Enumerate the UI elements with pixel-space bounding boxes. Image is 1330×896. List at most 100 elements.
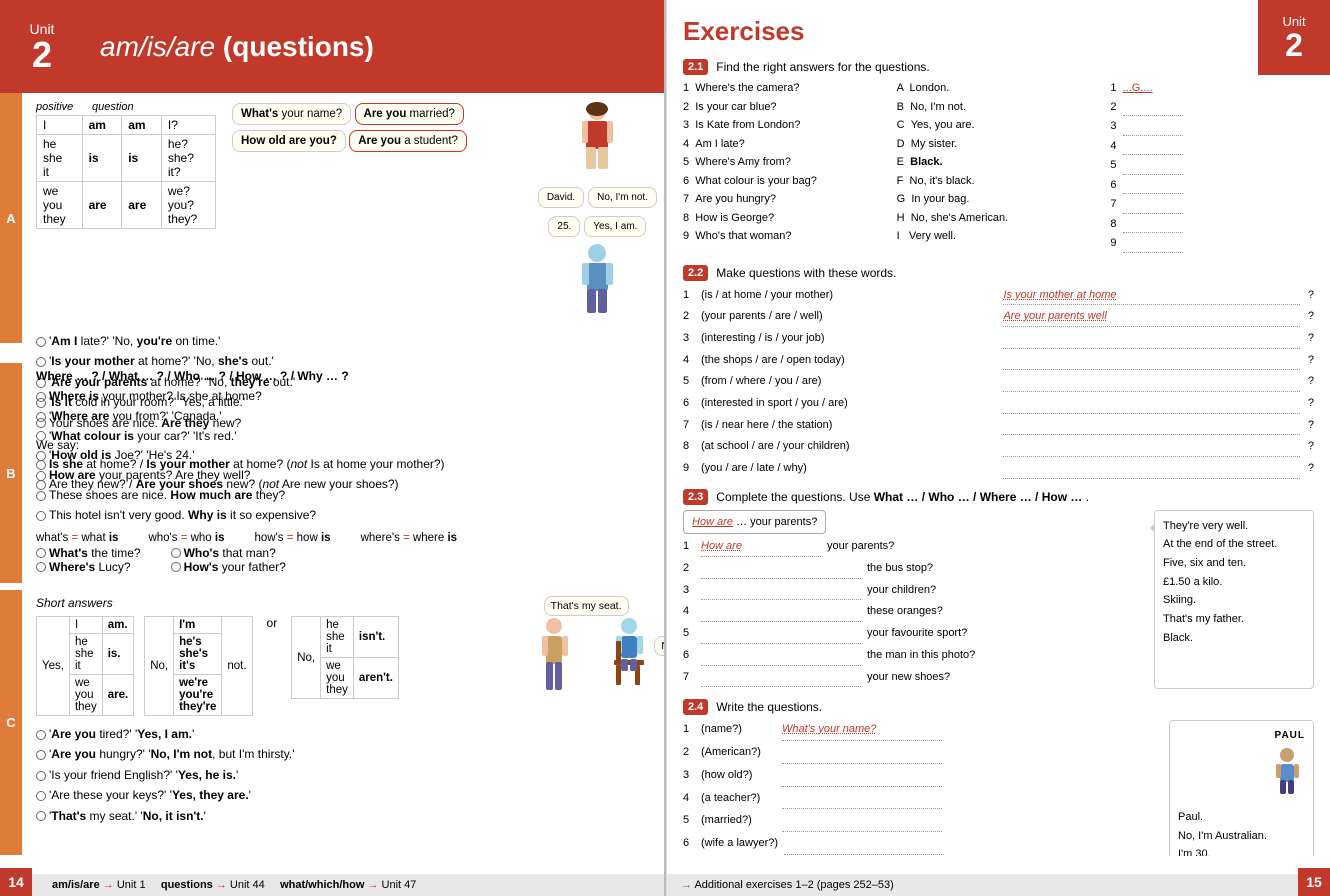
- title-prefix: am/is/are: [100, 31, 215, 62]
- list-item: 5 (married?): [683, 811, 1159, 832]
- ex-2-3-instruction: Complete the questions. Use What … / Who…: [716, 490, 1089, 504]
- exercise-2-2-header: 2.2 Make questions with these words.: [683, 265, 1314, 281]
- ex-2-3-responses: They're very well. At the end of the str…: [1154, 510, 1314, 690]
- section-c-content: Short answers Yes, I am. he she it is. w…: [28, 590, 664, 832]
- ex-2-4-instruction: Write the questions.: [716, 700, 822, 714]
- bullet: [36, 431, 46, 441]
- example-line: Who's that man?: [171, 546, 286, 560]
- bullet: [36, 337, 46, 347]
- girl-figure: [570, 101, 625, 181]
- ex-2-3-questions: How are … your parents? 1 How are your p…: [683, 510, 1144, 690]
- list-item: A London.: [897, 80, 1101, 97]
- list-item: 4 (a teacher?): [683, 789, 1159, 810]
- table-row: No, I'm not.: [145, 617, 252, 634]
- list-item: 3 (interesting / is / your job) ?: [683, 329, 1314, 349]
- list-item: 7 your new shoes?: [683, 668, 1144, 688]
- example-line: 'Am I late?' 'No, you're on time.': [36, 331, 657, 351]
- ex-2-1-num: 2.1: [683, 59, 708, 75]
- exercise-2-3-header: 2.3 Complete the questions. Use What … /…: [683, 489, 1314, 505]
- formula-row: what's = what is who's = who is how's = …: [36, 532, 657, 544]
- list-item: Five, six and ten.: [1163, 554, 1305, 573]
- dialogue-area: What's your name? Are you married? How o…: [232, 101, 657, 323]
- formula-wheres: where's = where is: [361, 532, 458, 544]
- list-item: 9: [1110, 235, 1314, 253]
- page-footer-right: → Additional exercises 1–2 (pages 252–53…: [666, 874, 1330, 896]
- grammar-table-area: positive question I am am I? he she it i…: [36, 101, 216, 229]
- exercise-2-3: 2.3 Complete the questions. Use What … /…: [683, 489, 1314, 690]
- list-item: 2 (your parents / are / well) Are your p…: [683, 307, 1314, 327]
- list-item: 8 How is George?: [683, 210, 887, 227]
- list-item: Paul.: [1178, 808, 1305, 827]
- list-item: 6 (wife a lawyer?): [683, 834, 1159, 855]
- scene-area: That's my seat. No, it isn't.: [409, 616, 657, 709]
- b2-examples-cols: What's the time? Where's Lucy? Who's tha…: [36, 546, 657, 574]
- exercise-2-1-header: 2.1 Find the right answers for the quest…: [683, 59, 1314, 75]
- page-footer-left: 14 am/is/are → Unit 1 questions → Unit 4…: [0, 874, 664, 896]
- title-bar: am/is/are (questions): [84, 0, 664, 93]
- ex-2-4-layout: 1 (name?) What's your name? 2 (American?…: [683, 720, 1314, 856]
- ex-2-3-layout: How are … your parents? 1 How are your p…: [683, 510, 1314, 690]
- example-line: These shoes are nice. How much are they?: [36, 486, 657, 506]
- b2-right-col: Who's that man? How's your father?: [171, 546, 286, 574]
- bullet: [36, 392, 46, 402]
- bullet: [36, 750, 46, 760]
- bullet: [36, 471, 46, 481]
- section-a-label: A: [0, 93, 22, 343]
- bubble-yes-iam: Yes, I am.: [584, 216, 646, 237]
- example-line: 'That's my seat.' 'No, it isn't.': [36, 806, 657, 826]
- grammar-table: I am am I? he she it is is he? she? it?: [36, 115, 216, 229]
- section-c-label: C: [0, 590, 22, 855]
- student-figure: [602, 616, 657, 706]
- example-line: What's the time?: [36, 546, 141, 560]
- response-bubbles-2: 25. Yes, I am.: [548, 214, 646, 239]
- example-line: 'What colour is your car?' 'It's red.': [36, 427, 657, 447]
- example-line: How are your parents? Are they well?: [36, 466, 657, 486]
- bullet: [36, 811, 46, 821]
- bullet: [36, 412, 46, 422]
- scene-illustration: That's my seat. No, it isn't.: [534, 616, 657, 709]
- example-line: 'Are you tired?' 'Yes, I am.': [36, 724, 657, 744]
- list-item: 4 Am I late?: [683, 136, 887, 153]
- bullet: [36, 548, 46, 558]
- callout-area: How are … your parents?: [683, 510, 1144, 535]
- list-item: I Very well.: [897, 228, 1101, 245]
- list-item: 4 (the shops / are / open today) ?: [683, 351, 1314, 371]
- exercise-2-4: 2.4 Write the questions. 1 (name?) What'…: [683, 699, 1314, 856]
- example-line: 'Is your friend English?' 'Yes, he is.': [36, 765, 657, 785]
- unit-number-right: 2: [1285, 29, 1303, 61]
- ex-2-4-responses: PAUL Paul. No, I'm Australian.: [1169, 720, 1314, 856]
- bubble-whats-name: What's your name?: [232, 103, 351, 125]
- paul-figure-area: [1178, 747, 1305, 804]
- man-figure: [534, 616, 589, 706]
- page-number-left: 14: [0, 868, 32, 896]
- example-line: 'Are these your keys?' 'Yes, they are.': [36, 785, 657, 805]
- list-item: B No, I'm not.: [897, 99, 1101, 116]
- footer-link-right: → Additional exercises 1–2 (pages 252–53…: [681, 879, 894, 891]
- bullet: [36, 511, 46, 521]
- table-row: Yes, I am.: [37, 617, 134, 634]
- right-page-content: Exercises 2.1 Find the right answers for…: [667, 0, 1330, 856]
- example-line: Where is your mother? Is she at home?: [36, 387, 657, 407]
- bubble-are-you-student: Are you a student?: [349, 130, 467, 152]
- b2-left-col: What's the time? Where's Lucy?: [36, 546, 141, 574]
- list-item: 2 (American?): [683, 743, 1159, 764]
- ex-2-1-grid: 1 Where's the camera? 2 Is your car blue…: [683, 80, 1314, 255]
- list-item: At the end of the street.: [1163, 535, 1305, 554]
- sa-table-3: No, he she it isn't. we you they aren't.: [291, 616, 399, 699]
- list-item: 8: [1110, 216, 1314, 234]
- section-b: B Where … ? / What … ? / Who … ? / How ……: [0, 363, 664, 580]
- list-item: 2 Is your car blue?: [683, 99, 887, 116]
- list-item: 7 (is / near here / the station) ?: [683, 416, 1314, 436]
- bullet: [36, 791, 46, 801]
- unit-badge-left: Unit 2: [0, 0, 84, 93]
- example-line: 'How old is Joe?' 'He's 24.': [36, 446, 657, 466]
- bubbles-column: What's your name? Are you married? How o…: [232, 101, 530, 155]
- list-item: 7: [1110, 196, 1314, 214]
- bullet: [36, 562, 46, 572]
- list-item: 4 these oranges?: [683, 602, 1144, 622]
- list-item: 3: [1110, 118, 1314, 136]
- list-item: Black.: [1163, 629, 1305, 648]
- list-item: C Yes, you are.: [897, 117, 1101, 134]
- formula-whats: what's = what is: [36, 532, 118, 544]
- ex-2-1-blanks: 1 ...G.... 2 3 4 5 6 7 8 9: [1110, 80, 1314, 255]
